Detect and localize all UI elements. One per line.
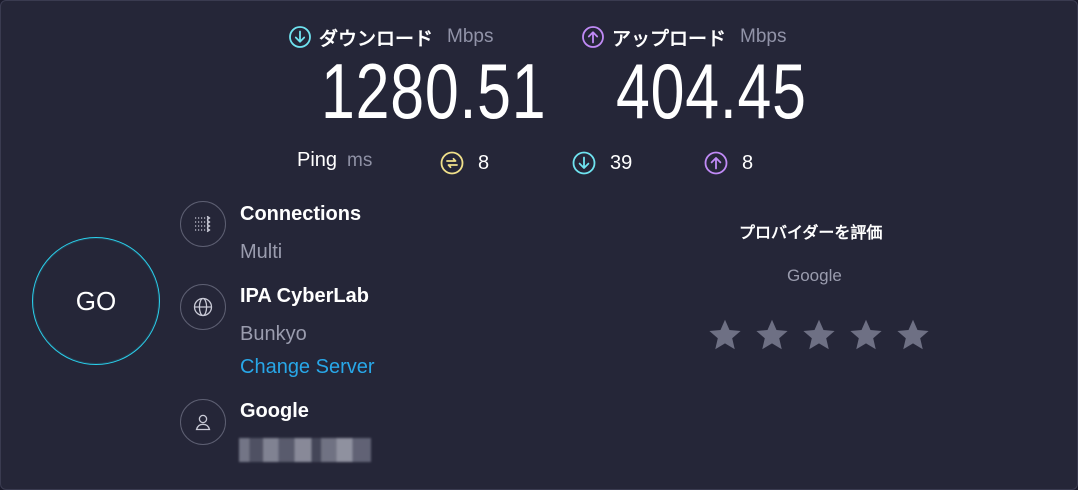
user-icon [195,414,211,431]
ping-unit: ms [347,149,373,171]
arrow-down-circle-icon [572,151,596,175]
ping-label: Ping [297,149,338,171]
star-rating [707,317,931,353]
star-icon[interactable] [801,317,837,353]
download-unit: Mbps [447,26,494,47]
speedtest-panel: ダウンロード Mbps 1280.51 アップロード Mbps 404.45 P… [0,0,1078,490]
ip-address-redacted [239,438,371,462]
download-speed-value: 1280.51 [321,47,547,135]
rate-provider-title: プロバイダーを評価 [739,223,883,242]
rate-provider-name: Google [787,266,842,285]
ping-download: 39 [572,151,632,175]
upload-speed-value: 404.45 [616,47,807,135]
go-button[interactable]: GO [32,237,160,365]
arrow-down-circle-icon [289,26,311,48]
ping-download-value: 39 [610,151,633,174]
star-icon[interactable] [895,317,931,353]
upload-unit: Mbps [740,26,787,47]
server-icon-wrap [180,284,226,330]
ping-upload-value: 8 [742,151,754,174]
star-icon[interactable] [707,317,743,353]
connections-value[interactable]: Multi [240,241,282,264]
ping-label-group: Ping ms [297,149,372,172]
star-icon[interactable] [754,317,790,353]
provider-icon-wrap [180,399,226,445]
arrow-up-circle-icon [582,26,604,48]
jitter-circle-icon [440,151,464,175]
ping-idle-value: 8 [478,151,490,174]
connections-arrows-icon [195,215,211,233]
ping-idle: 8 [440,151,489,175]
change-server-link[interactable]: Change Server [240,356,375,379]
ping-upload: 8 [704,151,753,175]
globe-icon [193,297,213,317]
arrow-up-circle-icon [704,151,728,175]
connections-title: Connections [240,203,362,225]
connections-icon-wrap[interactable] [180,201,226,247]
server-name: IPA CyberLab [240,285,369,307]
star-icon[interactable] [848,317,884,353]
server-location: Bunkyo [240,323,307,345]
provider-name: Google [240,400,309,422]
